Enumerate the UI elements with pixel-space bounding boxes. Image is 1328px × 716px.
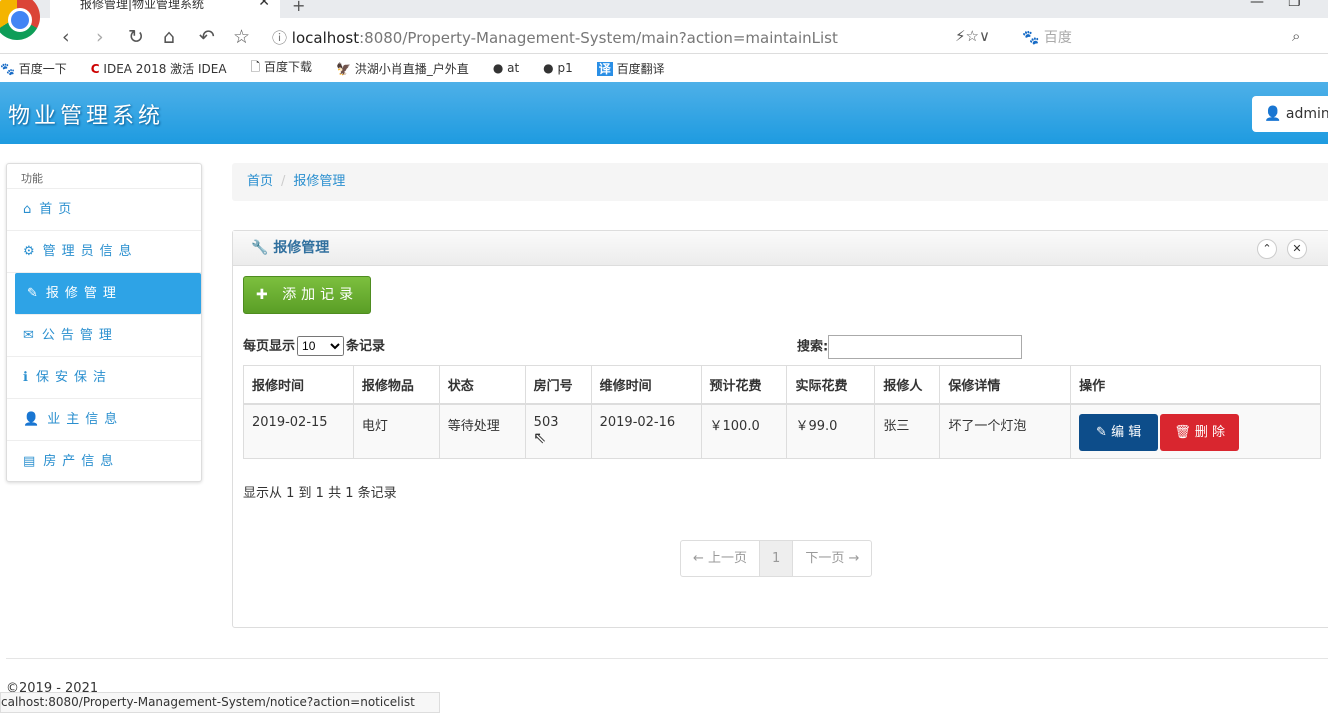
star-icon[interactable]: ☆ [233, 26, 250, 48]
plus-icon: ✚ [256, 287, 273, 303]
user-icon: 👤 [23, 412, 40, 427]
info-icon: ℹ [23, 370, 28, 385]
gear-icon: ⚙ [23, 244, 35, 259]
sidebar-item-repair[interactable]: ✎ 报修管理 [15, 273, 201, 315]
mouse-cursor-icon: ⇖ [533, 428, 547, 447]
footer-divider [6, 658, 1328, 659]
minimize-button[interactable]: — [1250, 0, 1264, 10]
table-cell: 张三 [874, 403, 941, 459]
column-header[interactable]: 保修详情 [939, 365, 1072, 405]
undo-icon[interactable]: ↶ [199, 26, 215, 48]
reload-icon[interactable]: ↻ [128, 26, 144, 48]
bookmark[interactable]: 🗋 百度下载 [251, 58, 320, 79]
pagination: ← 上一页 1 下一页 → [680, 540, 873, 577]
url-input[interactable]: ⓘ localhost:8080/Property-Management-Sys… [272, 27, 838, 48]
bookmark[interactable]: ● p1 [543, 61, 581, 75]
bookmark[interactable]: 🦅 洪湖小肖直播_户外直 [336, 60, 477, 77]
breadcrumb: 首页 / 报修管理 [232, 163, 1328, 201]
prev-page-button[interactable]: ← 上一页 [681, 541, 761, 576]
repair-panel: 🔧 报修管理 ⌃ ✕ ✚ 添加记录 每页显示 10 条记录 搜索: 报修时间 报修物品… [232, 230, 1328, 628]
column-header[interactable]: 预计花费 [700, 365, 788, 405]
table-row: 2019-02-15 电灯 等待处理 503 2019-02-16 ￥100.0 ￥99.0… [243, 403, 1321, 459]
list-icon: ▤ [23, 454, 36, 469]
column-header[interactable]: 房门号 [524, 365, 592, 405]
table-cell: 电灯 [352, 403, 440, 459]
sidebar: 功能 ⌂ 首页 ⚙ 管理员信息 ✎ 报修管理 ✉ 公告管理 ℹ 保安保洁 👤 业主信息 ▤ 房… [6, 163, 202, 482]
bookmark[interactable]: 🐾 百度一下 [0, 60, 75, 77]
app-header: 物业管理系统 👤 admin ▾ [0, 82, 1328, 144]
sidebar-heading: 功能 [7, 164, 201, 189]
column-header[interactable]: 报修时间 [243, 365, 354, 405]
brand-title: 物业管理系统 [8, 104, 165, 129]
actions-cell: ✎ 编 辑 🗑 删 除 [1070, 403, 1321, 459]
add-record-button[interactable]: ✚ 添加记录 [243, 276, 371, 314]
close-icon[interactable]: ✕ [1287, 239, 1307, 259]
forward-icon[interactable]: › [96, 26, 104, 48]
restore-button[interactable]: ❐ [1288, 0, 1301, 10]
search-engine-input[interactable]: 🐾 百度 [1022, 27, 1072, 47]
sidebar-item-notice[interactable]: ✉ 公告管理 [7, 315, 201, 357]
page-length-select[interactable]: 10 [297, 336, 345, 356]
next-page-button[interactable]: 下一页 → [793, 541, 871, 576]
column-header[interactable]: 实际花费 [786, 365, 876, 405]
search-icon[interactable]: ⌕ [1292, 27, 1300, 45]
bookmark[interactable]: 译 百度翻译 [596, 60, 673, 77]
browser-tab-bar: 报修管理|物业管理系统 ✕ + — ❐ [0, 0, 1328, 40]
panel-header: 🔧 报修管理 [233, 231, 1328, 266]
envelope-icon: ✉ [23, 328, 34, 343]
wrench-icon: ✎ [27, 286, 38, 301]
bookmark[interactable]: C IDEA 2018 激活 IDEA [91, 60, 235, 77]
column-header[interactable]: 维修时间 [590, 365, 702, 405]
table-info: 显示从 1 到 1 共 1 条记录 [243, 486, 397, 501]
status-bar-url: calhost:8080/Property-Management-System/… [0, 692, 440, 713]
new-tab-button[interactable]: + [292, 0, 305, 15]
close-tab-icon[interactable]: ✕ [258, 0, 270, 9]
repair-table: 报修时间 报修物品 状态 房门号 维修时间 预计花费 实际花费 报修人 保修详情 操作 2019-… [243, 365, 1321, 459]
delete-button[interactable]: 🗑 删 除 [1160, 413, 1240, 451]
edit-button[interactable]: ✎ 编 辑 [1079, 413, 1159, 451]
table-cell: 坏了一个灯泡 [939, 403, 1072, 459]
browser-tab[interactable]: 报修管理|物业管理系统 ✕ [50, 0, 280, 18]
bookmark[interactable]: ● at [493, 61, 527, 75]
user-icon: 👤 [1264, 106, 1282, 122]
back-icon[interactable]: ‹ [62, 26, 70, 48]
page-1-button[interactable]: 1 [760, 541, 794, 576]
table-cell: 等待处理 [438, 403, 526, 459]
sidebar-item-home[interactable]: ⌂ 首页 [7, 189, 201, 231]
user-menu-button[interactable]: 👤 admin ▾ [1252, 96, 1328, 132]
address-bar-row: ‹ › ↻ ⌂ ↶ ☆ ⓘ localhost:8080/Property-Ma… [0, 18, 1328, 54]
breadcrumb-home[interactable]: 首页 [247, 174, 273, 189]
sidebar-item-owner[interactable]: 👤 业主信息 [7, 399, 201, 441]
search: 搜索: [797, 335, 1023, 359]
sidebar-item-property[interactable]: ▤ 房产信息 [7, 441, 201, 483]
search-input[interactable] [828, 335, 1023, 359]
table-cell: 2019-02-16 [590, 403, 702, 459]
wrench-icon: 🔧 [251, 240, 269, 256]
breadcrumb-current: 报修管理 [293, 174, 346, 189]
column-header[interactable]: 报修物品 [352, 365, 440, 405]
sidebar-item-security[interactable]: ℹ 保安保洁 [7, 357, 201, 399]
table-cell: 2019-02-15 [243, 403, 354, 459]
table-cell: ￥100.0 [700, 403, 788, 459]
column-header[interactable]: 操作 [1070, 365, 1321, 405]
column-header[interactable]: 状态 [438, 365, 526, 405]
column-header[interactable]: 报修人 [874, 365, 941, 405]
sidebar-item-admin-info[interactable]: ⚙ 管理员信息 [7, 231, 201, 273]
home-icon[interactable]: ⌂ [163, 26, 175, 48]
home-icon: ⌂ [23, 202, 32, 217]
table-cell: ￥99.0 [786, 403, 876, 459]
collapse-icon[interactable]: ⌃ [1257, 239, 1277, 259]
page-length: 每页显示 10 条记录 [243, 335, 385, 356]
flash-icon[interactable]: ⚡☆∨ [955, 27, 990, 45]
bookmarks-bar: 🐾 百度一下 C IDEA 2018 激活 IDEA 🗋 百度下载 🦅 洪湖小肖… [0, 54, 1328, 82]
